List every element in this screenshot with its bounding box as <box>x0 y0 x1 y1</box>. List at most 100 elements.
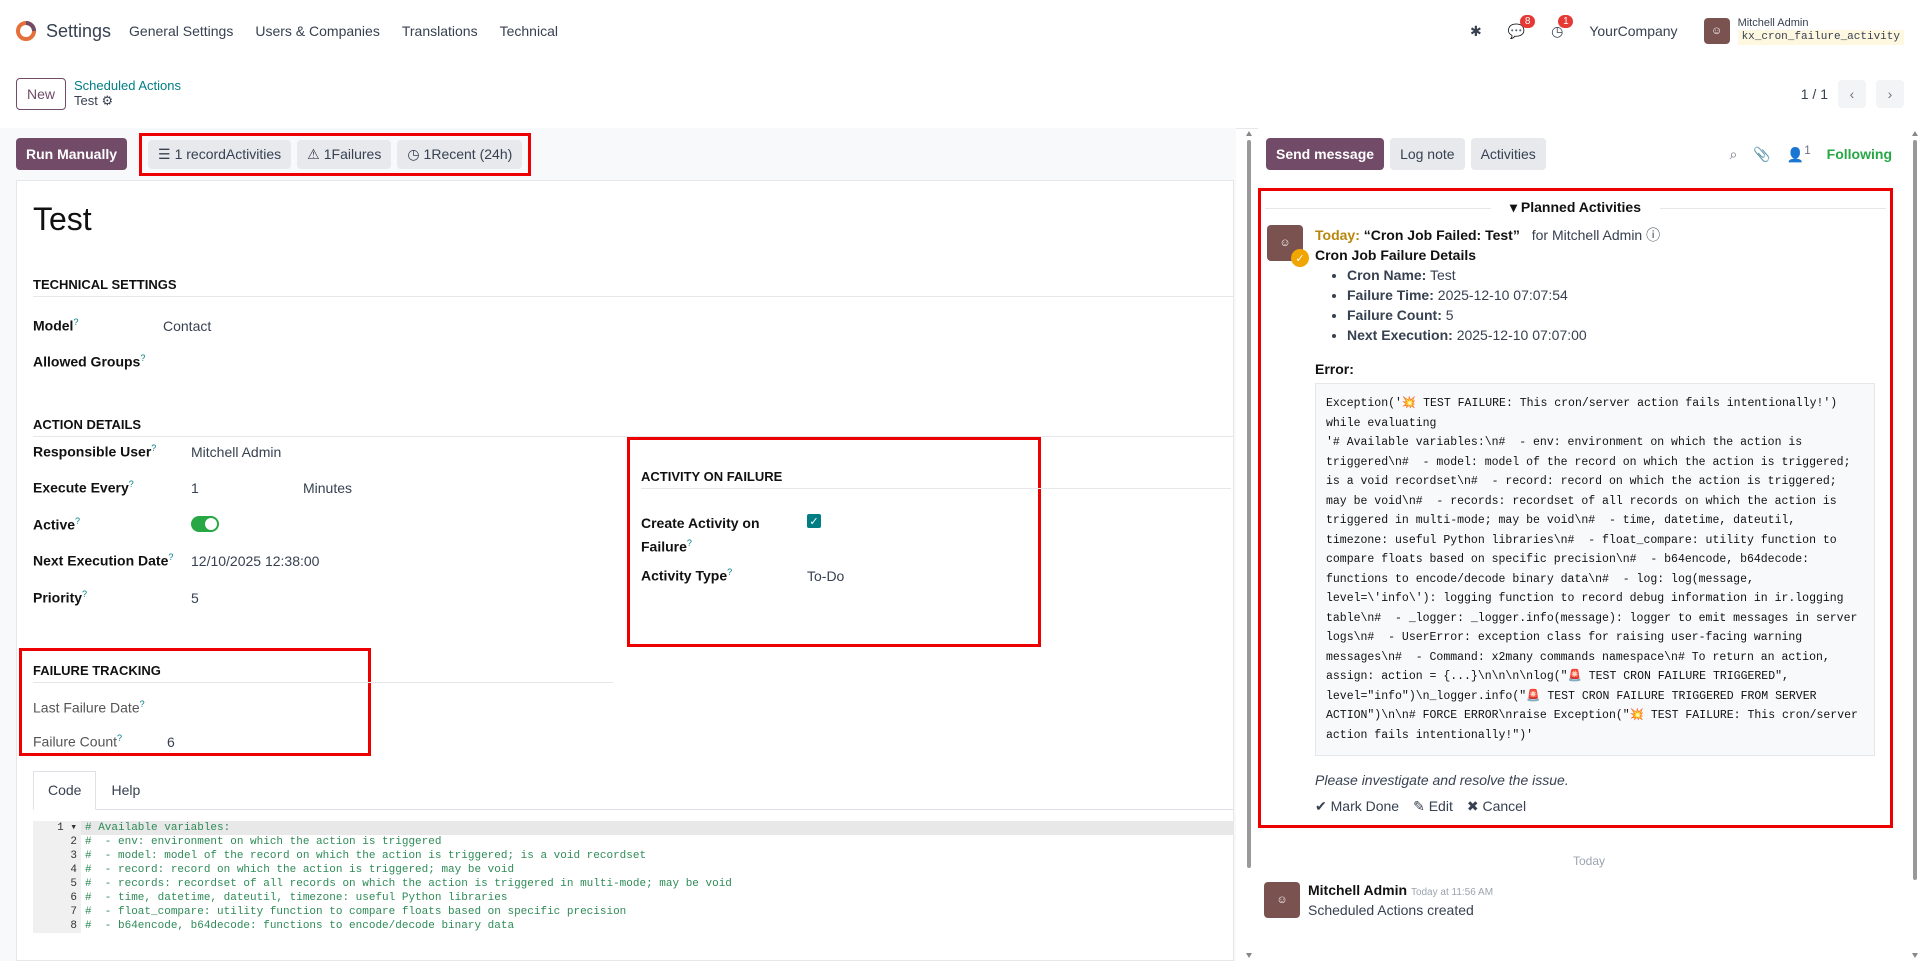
database-name: kx_cron_failure_activity <box>1737 30 1904 45</box>
cancel-button[interactable]: ✖ Cancel <box>1467 798 1526 815</box>
code-line: 1 ▾ # Available variables: <box>33 821 1233 835</box>
user-menu[interactable]: ☺ Mitchell Admin kx_cron_failure_activit… <box>1703 17 1904 45</box>
next-execution-value[interactable]: 12/10/2025 12:38:00 <box>191 553 319 569</box>
activity-title: “Cron Job Failed: Test” <box>1363 227 1520 243</box>
info-icon[interactable]: ⓘ <box>1646 227 1660 243</box>
planned-activities-toggle[interactable]: ▾ Planned Activities <box>1261 199 1890 216</box>
pager-value[interactable]: 1 / 1 <box>1801 86 1828 102</box>
model-value[interactable]: Contact <box>163 318 211 334</box>
create-activity-checkbox[interactable]: ✓ <box>807 514 821 528</box>
active-toggle[interactable] <box>191 516 219 535</box>
form-scrollbar[interactable] <box>1245 128 1253 961</box>
execute-every-unit[interactable]: Minutes <box>303 480 352 496</box>
company-switcher[interactable]: YourCompany <box>1589 23 1677 39</box>
priority-value[interactable]: 5 <box>191 590 199 606</box>
planned-activities-box: ▾ Planned Activities ☺ ✓ Today: “Cron Jo… <box>1258 188 1893 828</box>
chat-badge: 8 <box>1520 14 1536 28</box>
section-activity-on-failure: ACTIVITY ON FAILURE <box>641 469 1231 489</box>
error-label: Error: <box>1315 361 1354 377</box>
paperclip-icon[interactable]: 📎 <box>1753 146 1770 163</box>
investigate-note: Please investigate and resolve the issue… <box>1315 772 1569 788</box>
user-avatar: ☺ <box>1703 18 1730 44</box>
priority-label: Priority? <box>33 589 88 606</box>
next-icon[interactable]: › <box>1876 80 1904 108</box>
message-time: Today at 11:56 AM <box>1410 887 1494 898</box>
activity-type-value[interactable]: To-Do <box>807 568 844 584</box>
bug-icon[interactable]: ✱ <box>1470 23 1482 40</box>
chatter-tools: ⌕ 📎 👤1 Following <box>1729 128 1892 180</box>
app-name: Settings <box>46 20 112 41</box>
menu-users-companies[interactable]: Users & Companies <box>255 23 380 39</box>
record-title[interactable]: Test <box>33 201 92 238</box>
activity-badge: 1 <box>1558 14 1574 28</box>
following-button[interactable]: Following <box>1827 146 1892 162</box>
prev-icon[interactable]: ‹ <box>1838 80 1866 108</box>
form-view: Run Manually ☰ 1 recordActivities ⚠ 1Failu… <box>0 128 1236 961</box>
tab-help[interactable]: Help <box>96 771 155 809</box>
last-failure-date-label: Last Failure Date? <box>33 699 145 716</box>
chatter-scrollbar[interactable] <box>1910 128 1920 961</box>
section-action-details: ACTION DETAILS <box>33 417 1233 437</box>
pager: 1 / 1 ‹ › <box>1801 80 1904 108</box>
activity-clock-icon[interactable]: ◷ 1 <box>1551 14 1574 40</box>
list-item: Failure Time: 2025-12-10 07:07:54 <box>1347 287 1875 303</box>
warning-icon: ⚠ <box>307 145 320 162</box>
code-editor[interactable]: 1 ▾ # Available variables: 2 # - env: envi… <box>33 821 1233 933</box>
followers-button[interactable]: 👤1 <box>1787 144 1811 164</box>
execute-every-value[interactable]: 1 <box>191 480 199 496</box>
breadcrumb: Scheduled Actions Test ⚙ <box>74 78 181 109</box>
new-button[interactable]: New <box>16 78 67 110</box>
menu-general-settings[interactable]: General Settings <box>129 23 233 39</box>
model-label: Model? <box>33 317 79 334</box>
main-menu: General Settings Users & Companies Trans… <box>129 23 558 39</box>
allowed-groups-label: Allowed Groups? <box>33 353 146 370</box>
log-note-button[interactable]: Log note <box>1390 138 1465 170</box>
code-line: 2 # - env: environment on which the actio… <box>33 835 1233 849</box>
list-item: Failure Count: 5 <box>1347 307 1875 323</box>
failure-count-label: Failure Count? <box>33 733 123 750</box>
details-list: Cron Name: Test Failure Time: 2025-12-10… <box>1347 267 1875 343</box>
search-icon[interactable]: ⌕ <box>1729 146 1737 163</box>
message-avatar[interactable]: ☺ <box>1264 882 1300 918</box>
mark-done-button[interactable]: ✔ Mark Done <box>1315 798 1399 815</box>
activities-button[interactable]: Activities <box>1470 138 1546 170</box>
systray: ✱ 💬 8 ◷ 1 YourCompany ☺ Mitchell Admin kx_… <box>1470 0 1904 62</box>
code-line: 3 # - model: model of the record on which… <box>33 849 1233 863</box>
done-check-icon: ✓ <box>1291 249 1309 267</box>
menu-translations[interactable]: Translations <box>402 23 478 39</box>
code-line: 6 # - time, datetime, dateutil, timezone:… <box>33 891 1233 905</box>
edit-button[interactable]: ✎ Edit <box>1413 798 1453 815</box>
activity-actions: ✔ Mark Done ✎ Edit ✖ Cancel <box>1315 798 1875 815</box>
tab-code[interactable]: Code <box>33 771 97 810</box>
responsible-user-value[interactable]: Mitchell Admin <box>191 444 281 460</box>
list-item: Next Execution: 2025-12-10 07:07:00 <box>1347 327 1875 343</box>
form-statusbar: Run Manually ☰ 1 recordActivities ⚠ 1Failu… <box>0 128 1236 180</box>
smart-button-failures[interactable]: ⚠ 1Failures <box>297 139 392 169</box>
chat-icon[interactable]: 💬 8 <box>1508 14 1536 40</box>
activity-assignee: for Mitchell Admin <box>1531 227 1643 243</box>
activity-content: Today: “Cron Job Failed: Test” for Mitch… <box>1315 225 1875 815</box>
list-icon: ☰ <box>158 145 171 162</box>
code-line: 4 # - record: record on which the action … <box>33 863 1233 877</box>
chatter: Send message Log note Activities ⌕ 📎 👤1 … <box>1258 128 1920 961</box>
code-line: 7 # - float_compare: utility function to … <box>33 905 1233 919</box>
notebook-tabs: Code Help <box>33 771 1233 810</box>
send-message-button[interactable]: Send message <box>1266 138 1385 170</box>
menu-technical[interactable]: Technical <box>500 23 558 39</box>
user-name: Mitchell Admin <box>1737 17 1809 29</box>
gear-icon[interactable]: ⚙ <box>101 93 113 108</box>
details-title: Cron Job Failure Details <box>1315 247 1477 263</box>
message-author[interactable]: Mitchell Admin <box>1308 882 1407 898</box>
smart-button-recent[interactable]: ◷ 1Recent (24h) <box>397 139 523 169</box>
section-failure-tracking: FAILURE TRACKING <box>33 663 613 683</box>
control-panel: New Scheduled Actions Test ⚙ 1 / 1 ‹ › <box>0 62 1920 128</box>
odoo-logo-icon <box>16 21 36 41</box>
breadcrumb-parent[interactable]: Scheduled Actions <box>74 78 181 93</box>
run-manually-button[interactable]: Run Manually <box>16 138 128 170</box>
chatter-topbar: Send message Log note Activities ⌕ 📎 👤1 … <box>1258 128 1920 180</box>
brand[interactable]: Settings <box>16 21 111 42</box>
smart-button-activities[interactable]: ☰ 1 recordActivities <box>148 139 292 169</box>
responsible-user-label: Responsible User? <box>33 443 157 460</box>
top-navbar: Settings General Settings Users & Compan… <box>0 0 1920 62</box>
next-execution-label: Next Execution Date? <box>33 552 174 569</box>
